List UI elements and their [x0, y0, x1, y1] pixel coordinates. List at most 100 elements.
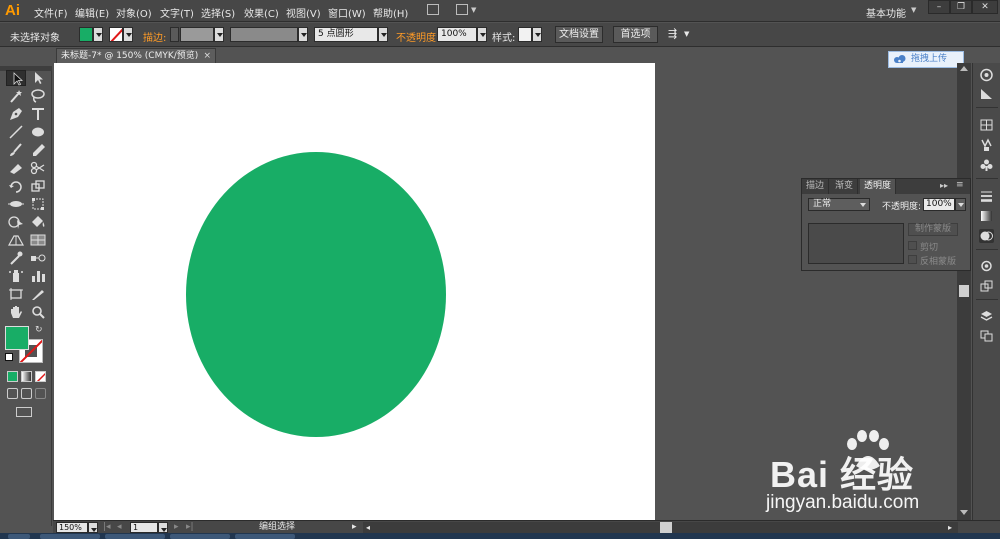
variable-width-profile[interactable] — [230, 27, 298, 42]
brush-dropdown[interactable] — [378, 27, 388, 42]
menu-object[interactable]: 对象(O) — [116, 5, 152, 20]
free-transform-tool-icon[interactable] — [28, 196, 48, 212]
artboard[interactable] — [54, 63, 655, 520]
tab-gradient[interactable]: 渐变 — [831, 179, 859, 194]
zoom-dropdown[interactable] — [88, 522, 98, 533]
rotate-tool-icon[interactable] — [6, 178, 26, 194]
swap-fill-stroke-icon[interactable]: ↻ — [35, 325, 43, 335]
workspace-switcher[interactable]: 基本功能 — [866, 5, 906, 20]
fill-swatch[interactable] — [5, 326, 29, 350]
ellipse-tool-icon[interactable] — [28, 124, 48, 140]
stroke-label[interactable]: 描边: — [143, 29, 166, 44]
bridge-icon[interactable] — [427, 4, 439, 15]
opacity-label[interactable]: 不透明度: — [396, 29, 439, 44]
lasso-tool-icon[interactable] — [28, 88, 48, 104]
symbols-panel-icon[interactable] — [979, 158, 994, 172]
tab-stroke[interactable]: 描边 — [802, 179, 830, 194]
clip-checkbox[interactable] — [908, 241, 917, 250]
preferences-button[interactable]: 首选项 — [613, 26, 658, 43]
none-mode-icon[interactable] — [35, 371, 46, 382]
column-graph-tool-icon[interactable] — [28, 268, 48, 284]
scroll-up-arrow-icon[interactable] — [960, 66, 968, 71]
horizontal-scroll-thumb[interactable] — [660, 522, 672, 533]
line-segment-tool-icon[interactable] — [6, 124, 26, 140]
stroke-color-control[interactable] — [109, 27, 123, 42]
shape-builder-tool-icon[interactable] — [6, 214, 26, 230]
hand-tool-icon[interactable] — [6, 304, 26, 320]
menu-window[interactable]: 窗口(W) — [328, 5, 366, 20]
gradient-panel-icon[interactable] — [979, 209, 994, 223]
layers-panel-icon[interactable] — [979, 309, 994, 323]
selection-tool-icon[interactable] — [6, 70, 26, 86]
stroke-dropdown[interactable] — [123, 27, 133, 42]
menu-select[interactable]: 选择(S) — [201, 5, 235, 20]
menu-type[interactable]: 文字(T) — [160, 5, 194, 20]
draw-behind-icon[interactable] — [21, 388, 32, 399]
opacity-dropdown[interactable] — [477, 27, 487, 42]
screen-mode-icon[interactable] — [16, 407, 32, 417]
arrange-icon[interactable]: ⇶ — [668, 27, 677, 40]
arrange-documents-icon[interactable] — [456, 4, 468, 15]
panel-opacity-input[interactable]: 100% — [923, 198, 955, 211]
taskbar-item[interactable] — [40, 534, 100, 539]
start-button[interactable] — [8, 534, 30, 539]
horizontal-scrollbar[interactable]: ◂ ▸ — [363, 522, 958, 533]
close-window-button[interactable]: ✕ — [972, 0, 998, 14]
live-paint-bucket-tool-icon[interactable] — [28, 214, 48, 230]
mesh-tool-icon[interactable] — [28, 232, 48, 248]
minimize-button[interactable]: – — [928, 0, 950, 14]
menu-edit[interactable]: 编辑(E) — [75, 5, 109, 20]
scissors-tool-icon[interactable] — [28, 160, 48, 176]
paintbrush-tool-icon[interactable] — [6, 142, 26, 158]
appearance-panel-icon[interactable] — [979, 259, 994, 273]
type-tool-icon[interactable] — [28, 106, 48, 122]
graphic-style-swatch[interactable] — [518, 27, 532, 42]
scale-tool-icon[interactable] — [28, 178, 48, 194]
menu-help[interactable]: 帮助(H) — [373, 5, 408, 20]
restore-button[interactable]: ❐ — [950, 0, 972, 14]
panel-menu-chevron-down-icon[interactable]: ▼ — [684, 30, 689, 38]
scroll-down-arrow-icon[interactable] — [960, 510, 968, 515]
color-panel-icon[interactable] — [979, 68, 994, 82]
fill-color-control[interactable] — [79, 27, 93, 42]
page-number-input[interactable]: 1 — [130, 522, 158, 533]
color-guide-icon[interactable] — [979, 87, 994, 101]
taskbar-item[interactable] — [235, 534, 295, 539]
stroke-weight-stepper[interactable] — [170, 27, 179, 42]
menu-view[interactable]: 视图(V) — [286, 5, 321, 20]
pen-tool-icon[interactable] — [6, 106, 26, 122]
blob-brush-tool-icon[interactable] — [6, 160, 26, 176]
pencil-tool-icon[interactable] — [28, 142, 48, 158]
collapse-panel-icon[interactable]: ▸▸ — [940, 181, 948, 190]
transparency-panel-icon[interactable] — [979, 229, 994, 243]
stroke-weight-dropdown[interactable] — [214, 27, 224, 42]
close-tab-icon[interactable]: × — [203, 49, 211, 63]
brushes-panel-icon[interactable] — [979, 138, 994, 152]
color-mode-icon[interactable] — [7, 371, 18, 382]
stroke-panel-icon[interactable] — [979, 189, 994, 203]
slice-tool-icon[interactable] — [28, 286, 48, 302]
fill-dropdown[interactable] — [93, 27, 103, 42]
artboards-panel-icon[interactable] — [979, 329, 994, 343]
stroke-weight-input[interactable] — [180, 27, 214, 42]
zoom-level-input[interactable]: 150% — [56, 522, 88, 533]
document-setup-button[interactable]: 文档设置 — [555, 26, 603, 43]
eyedropper-tool-icon[interactable] — [6, 250, 26, 266]
tab-transparency[interactable]: 透明度 — [860, 179, 897, 194]
symbol-sprayer-tool-icon[interactable] — [6, 268, 26, 284]
graphic-style-dropdown[interactable] — [532, 27, 542, 42]
profile-dropdown[interactable] — [298, 27, 308, 42]
draw-inside-icon[interactable] — [35, 388, 46, 399]
width-tool-icon[interactable] — [6, 196, 26, 212]
taskbar-item[interactable] — [105, 534, 165, 539]
document-tab[interactable]: 未标题-7* @ 150% (CMYK/预览) × — [56, 48, 216, 63]
zoom-tool-icon[interactable] — [28, 304, 48, 320]
vertical-scroll-thumb[interactable] — [959, 285, 969, 297]
opacity-input[interactable]: 100% — [437, 27, 477, 42]
blend-mode-select[interactable]: 正常 — [808, 198, 870, 211]
panel-opacity-dropdown[interactable] — [955, 198, 966, 211]
taskbar-item[interactable] — [170, 534, 230, 539]
draw-normal-icon[interactable] — [7, 388, 18, 399]
swatches-panel-icon[interactable] — [979, 118, 994, 132]
menu-file[interactable]: 文件(F) — [34, 5, 68, 20]
